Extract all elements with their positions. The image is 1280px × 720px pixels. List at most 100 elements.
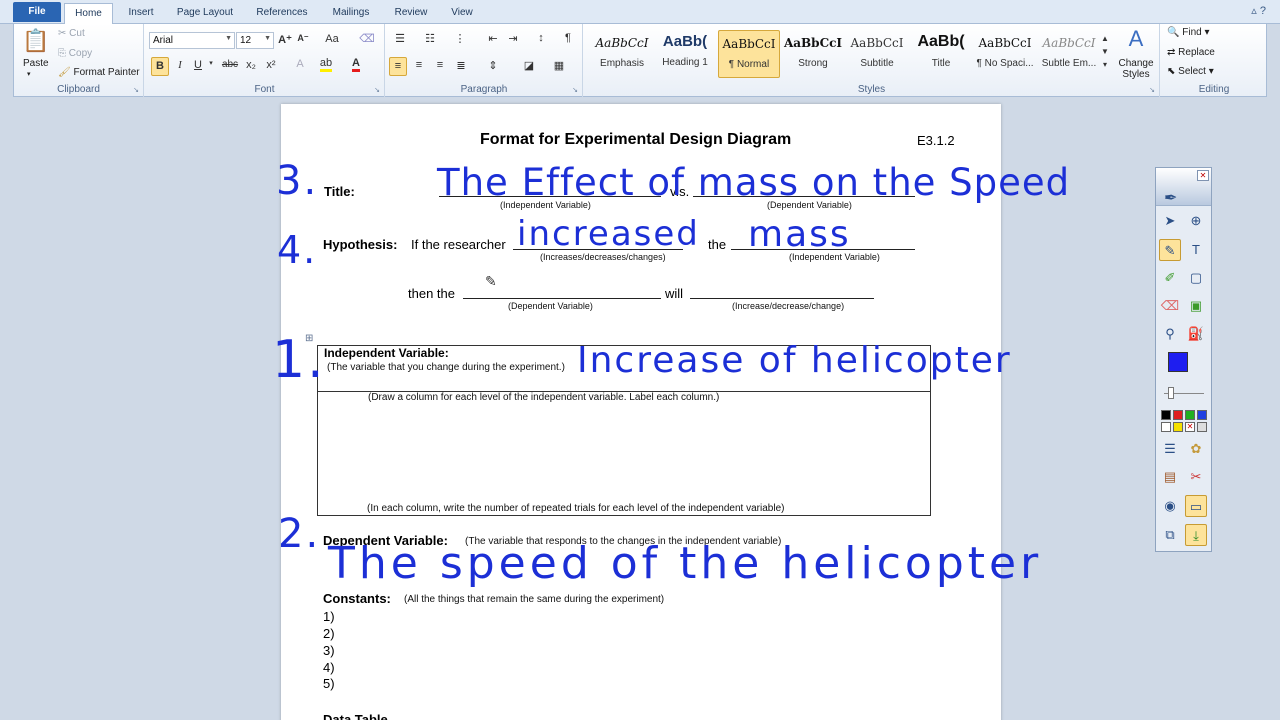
eraser-icon[interactable]: ⌫ (1159, 295, 1181, 317)
find-button[interactable]: 🔍 Find ▾ (1167, 27, 1210, 38)
shrink-font-button[interactable]: A⁻ (295, 33, 311, 44)
replace-button[interactable]: ⇄ Replace (1167, 47, 1215, 58)
font-name-combo[interactable]: Arial ▼ (149, 32, 235, 49)
tab-insert[interactable]: Insert (118, 3, 164, 24)
fill-bucket-icon[interactable]: ⛽ (1185, 323, 1207, 345)
eyedropper-icon[interactable]: ⚲ (1159, 323, 1181, 345)
strikethrough-button[interactable]: abc (219, 59, 241, 70)
subscript-button[interactable]: x₂ (243, 59, 259, 71)
borders-icon[interactable]: ▦ (548, 59, 570, 72)
close-icon[interactable]: ✕ (1197, 170, 1209, 181)
align-right-icon[interactable]: ≡ (431, 59, 449, 71)
tab-references[interactable]: References (248, 3, 316, 24)
superscript-button[interactable]: x² (263, 59, 279, 71)
line-style-icon[interactable]: ☰ (1159, 438, 1181, 460)
desktop-mode-icon[interactable]: ▭ (1185, 495, 1207, 517)
text-effects-icon[interactable]: A (291, 58, 309, 70)
pen-toolbar-header[interactable]: ✕ ✒ (1156, 168, 1211, 207)
color-red[interactable] (1173, 410, 1183, 420)
dialog-launcher-icon[interactable]: ↘ (1149, 86, 1155, 94)
tab-file[interactable]: File (13, 2, 61, 22)
dialog-launcher-icon[interactable]: ↘ (374, 86, 380, 94)
copy-button[interactable]: ⎘ Copy (58, 48, 92, 59)
font-color-icon[interactable]: A (345, 57, 367, 72)
underline-button[interactable]: U (191, 59, 205, 71)
tab-home[interactable]: Home (64, 3, 113, 25)
tab-view[interactable]: View (442, 3, 482, 24)
color-yellow[interactable] (1173, 422, 1183, 432)
help-icon[interactable]: ? (1260, 5, 1266, 17)
multilevel-list-icon[interactable]: ⋮ (450, 32, 470, 45)
hypothesis-then: then the (408, 286, 455, 301)
style-no-spacing[interactable]: AaBbCcI ¶ No Spaci... (974, 30, 1036, 78)
align-left-icon[interactable]: ≡ (389, 57, 407, 76)
change-styles-icon[interactable]: A (1118, 26, 1154, 52)
chevron-down-icon[interactable]: ▾ (207, 59, 215, 67)
justify-icon[interactable]: ≣ (452, 59, 470, 72)
sort-icon[interactable]: ↕ (532, 32, 550, 44)
shading-icon[interactable]: ◪ (518, 59, 540, 72)
pen-toolbar[interactable]: ✕ ✒ ➤ ⊕ ✎ T ✐ ▢ ⌫ ▣ ⚲ ⛽ ✕ ☰ ✿ ▤ ✂ ◉ ▭ ⧉ … (1155, 167, 1212, 552)
clear-page-icon[interactable]: ▤ (1159, 466, 1181, 488)
zoom-icon[interactable]: ⊕ (1185, 210, 1207, 232)
tab-review[interactable]: Review (388, 3, 434, 24)
bold-button[interactable]: B (151, 57, 169, 76)
mouse-icon[interactable]: ◉ (1159, 495, 1181, 517)
scissors-icon[interactable]: ✂ (1185, 466, 1207, 488)
color-white[interactable] (1161, 422, 1171, 432)
grow-font-button[interactable]: A⁺ (277, 33, 293, 46)
dialog-launcher-icon[interactable]: ↘ (572, 86, 578, 94)
style-strong[interactable]: AaBbCcI Strong (782, 30, 844, 78)
align-center-icon[interactable]: ≡ (410, 59, 428, 71)
rectangle-icon[interactable]: ▢ (1185, 267, 1207, 289)
style-title[interactable]: AaBb(Title (910, 30, 972, 78)
chevron-down-icon[interactable]: ▾ (27, 70, 31, 78)
style-subtle-emphasis[interactable]: AaBbCcI Subtle Em... (1038, 30, 1100, 78)
clear-formatting-icon[interactable]: ⌫ (357, 32, 377, 45)
style-subtitle[interactable]: AaBbCcI Subtitle (846, 30, 908, 78)
scissors-icon: ✂ (58, 28, 67, 39)
italic-button[interactable]: I (173, 59, 187, 71)
decrease-indent-icon[interactable]: ⇤ (484, 32, 502, 45)
increase-indent-icon[interactable]: ⇥ (504, 32, 522, 45)
numbering-icon[interactable]: ☷ (420, 32, 440, 45)
format-painter-button[interactable]: 🖌 Format Painter (58, 67, 140, 78)
bullets-icon[interactable]: ☰ (390, 32, 410, 45)
screen-capture-icon[interactable]: ⧉ (1159, 524, 1181, 546)
dialog-launcher-icon[interactable]: ↘ (133, 86, 139, 94)
pen-icon[interactable]: ✎ (1159, 239, 1181, 261)
cut-button[interactable]: ✂ Cut (58, 28, 85, 39)
color-blue[interactable] (1197, 410, 1207, 420)
save-icon[interactable]: ⤓ (1185, 524, 1207, 546)
change-styles-button[interactable]: Change Styles (1116, 58, 1156, 80)
color-black[interactable] (1161, 410, 1171, 420)
color-none[interactable]: ✕ (1185, 422, 1195, 432)
paste-button[interactable]: Paste (23, 58, 49, 69)
style-heading-1[interactable]: AaBb(Heading 1 (654, 30, 716, 78)
color-gray[interactable] (1197, 422, 1207, 432)
ribbon-minimize-icon[interactable]: ▵ ? (1251, 4, 1266, 17)
paste-icon[interactable]: 📋 (22, 28, 50, 56)
style-normal[interactable]: AaBbCcI ¶ Normal (718, 30, 780, 78)
stamp-icon[interactable]: ✿ (1185, 438, 1207, 460)
tab-page-layout[interactable]: Page Layout (170, 3, 240, 24)
highlight-icon[interactable]: ab (315, 57, 337, 72)
font-size-combo[interactable]: 12 ▼ (236, 32, 274, 49)
image-icon[interactable]: ▣ (1185, 295, 1207, 317)
pen-size-thumb[interactable] (1168, 387, 1174, 399)
select-arrow-icon[interactable]: ➤ (1159, 210, 1181, 232)
show-marks-button[interactable]: ¶ (560, 32, 576, 44)
text-tool-icon[interactable]: T (1185, 239, 1207, 261)
select-button[interactable]: ⬉ Select ▾ (1167, 66, 1214, 77)
current-color-swatch[interactable] (1168, 352, 1188, 372)
tab-mailings[interactable]: Mailings (322, 3, 380, 24)
hypothesis-the: the (708, 237, 727, 252)
independent-variable-label: Independent Variable: (324, 346, 449, 360)
line-spacing-icon[interactable]: ⇕ (482, 59, 504, 72)
change-case-button[interactable]: Aa (321, 33, 343, 45)
color-green[interactable] (1185, 410, 1195, 420)
hypothesis-will: will (665, 286, 684, 301)
highlighter-icon[interactable]: ✐ (1159, 267, 1181, 289)
styles-scroll-icon[interactable]: ▲ ▼ ▾ (1100, 32, 1110, 71)
style-emphasis[interactable]: AaBbCcI Emphasis (591, 30, 653, 78)
